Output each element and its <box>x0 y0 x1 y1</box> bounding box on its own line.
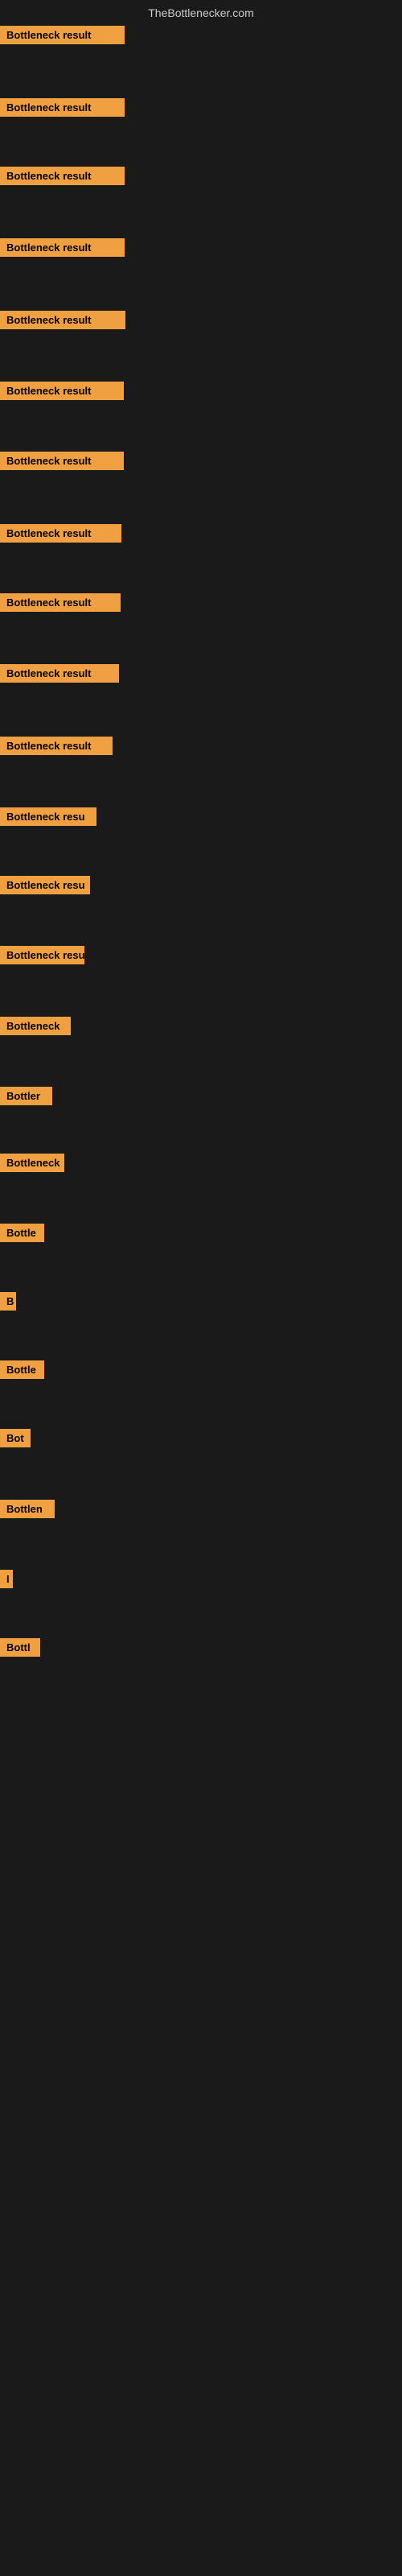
bottleneck-bar-row-18: Bottle <box>0 1224 44 1246</box>
bottleneck-bar: Bottleneck resu <box>0 946 84 964</box>
bottleneck-bar-row-5: Bottleneck result <box>0 311 125 333</box>
bottleneck-bar-row-21: Bot <box>0 1429 31 1451</box>
bottleneck-bar: Bottleneck <box>0 1154 64 1172</box>
bottleneck-bar-row-9: Bottleneck result <box>0 593 121 616</box>
bottleneck-bar: Bottlen <box>0 1500 55 1518</box>
bottleneck-bar-row-4: Bottleneck result <box>0 238 125 261</box>
bottleneck-bar-row-8: Bottleneck result <box>0 524 121 547</box>
bottleneck-bar-row-13: Bottleneck resu <box>0 876 90 898</box>
bottleneck-bar-row-7: Bottleneck result <box>0 452 124 474</box>
bottleneck-bar: Bottleneck result <box>0 238 125 257</box>
bottleneck-bar: Bottleneck result <box>0 167 125 185</box>
bottleneck-bar: Bottleneck result <box>0 664 119 683</box>
bottleneck-bar-row-15: Bottleneck <box>0 1017 71 1039</box>
bottleneck-bar: Bottleneck result <box>0 737 113 755</box>
bottleneck-bar-row-23: I <box>0 1570 13 1592</box>
bottleneck-bar: Bottler <box>0 1087 52 1105</box>
bottleneck-bar: Bottleneck result <box>0 382 124 400</box>
bottleneck-bar: Bottleneck result <box>0 593 121 612</box>
bottleneck-bar: Bottle <box>0 1360 44 1379</box>
bottleneck-bar-row-24: Bottl <box>0 1638 40 1661</box>
bottleneck-bar-row-10: Bottleneck result <box>0 664 119 687</box>
bottleneck-bar-row-3: Bottleneck result <box>0 167 125 189</box>
bottleneck-bar-row-17: Bottleneck <box>0 1154 64 1176</box>
bottleneck-bar: Bot <box>0 1429 31 1447</box>
site-title: TheBottlenecker.com <box>0 0 402 26</box>
bottleneck-bar: B <box>0 1292 16 1311</box>
bottleneck-bar: Bottleneck <box>0 1017 71 1035</box>
bottleneck-bar-row-16: Bottler <box>0 1087 52 1109</box>
bottleneck-bar-row-20: Bottle <box>0 1360 44 1383</box>
bottleneck-bar-row-12: Bottleneck resu <box>0 807 96 830</box>
bottleneck-bar: Bottle <box>0 1224 44 1242</box>
bottleneck-bar-row-2: Bottleneck result <box>0 98 125 121</box>
bottleneck-bar: Bottleneck result <box>0 452 124 470</box>
bottleneck-bar: Bottleneck resu <box>0 807 96 826</box>
bottleneck-bar: Bottleneck result <box>0 26 125 44</box>
bottleneck-bar: Bottleneck result <box>0 524 121 543</box>
bottleneck-bar: Bottleneck result <box>0 311 125 329</box>
bottleneck-bar-row-1: Bottleneck result <box>0 26 125 48</box>
bottleneck-bar: Bottleneck resu <box>0 876 90 894</box>
bottleneck-bar: Bottl <box>0 1638 40 1657</box>
bottleneck-bar-row-22: Bottlen <box>0 1500 55 1522</box>
bottleneck-bar-row-19: B <box>0 1292 16 1315</box>
bottleneck-bar-row-6: Bottleneck result <box>0 382 124 404</box>
bottleneck-bar-row-11: Bottleneck result <box>0 737 113 759</box>
bottleneck-bar: Bottleneck result <box>0 98 125 117</box>
bottleneck-bar-row-14: Bottleneck resu <box>0 946 84 968</box>
bottleneck-bar: I <box>0 1570 13 1588</box>
